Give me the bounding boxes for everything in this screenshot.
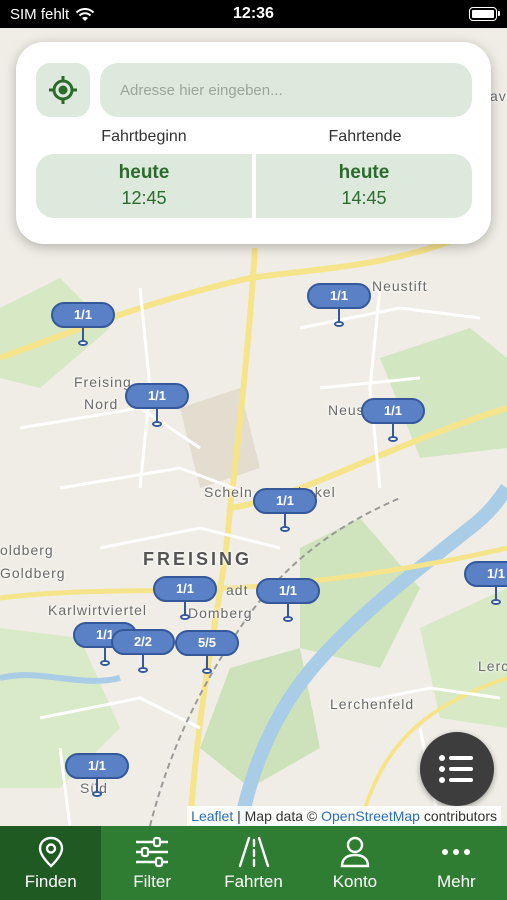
tab-fahrten[interactable]: Fahrten [203,826,304,900]
address-input[interactable] [100,63,472,117]
marker-count: 1/1 [253,488,317,514]
map-label-freising-nord-2: Nord [84,396,119,412]
map-label-freising-nord-1: Freising [74,374,132,390]
marker-foot [388,436,398,442]
marker-count: 5/5 [175,630,239,656]
marker-foot [92,791,102,797]
vehicle-marker[interactable]: 2/2 [111,629,175,677]
marker-count: 1/1 [125,383,189,409]
user-icon [340,836,370,868]
marker-foot [491,599,501,605]
marker-foot [100,660,110,666]
locate-me-button[interactable] [36,63,90,117]
list-view-button[interactable] [420,732,494,806]
tab-filter-label: Filter [133,872,171,891]
marker-foot [334,321,344,327]
end-time: 14:45 [341,188,387,208]
map-label-goldberg-2: Goldberg [0,565,66,581]
tab-finden-label: Finden [24,872,77,891]
end-day: heute [338,162,390,183]
marker-count: 1/1 [65,753,129,779]
map-pin-icon [38,836,63,868]
tab-filter[interactable]: Filter [101,826,202,900]
search-card: Fahrtbeginn Fahrtende heute 12:45 heute … [16,42,491,244]
road-icon [238,836,269,868]
end-label: Fahrtende [328,128,402,145]
tab-mehr[interactable]: Mehr [406,826,507,900]
sliders-icon [136,836,169,868]
start-day: heute [118,162,170,183]
tab-bar: Finden Filter Fahrten Konto Mehr [0,826,507,900]
vehicle-marker[interactable]: 1/1 [65,753,129,801]
marker-foot [280,526,290,532]
tab-konto-label: Konto [332,872,378,891]
battery-icon [469,7,500,21]
marker-count: 1/1 [361,398,425,424]
map-attribution: Leaflet | Map data © OpenStreetMap contr… [187,806,501,826]
marker-count: 1/1 [256,578,320,604]
start-label: Fahrtbeginn [101,128,187,145]
crosshair-icon [49,76,77,104]
marker-count: 2/2 [111,629,175,655]
more-dots-icon [442,849,471,855]
leaflet-link[interactable]: Leaflet [191,808,233,824]
marker-count: 1/1 [307,283,371,309]
vehicle-marker[interactable]: 5/5 [175,630,239,678]
tab-konto[interactable]: Konto [304,826,405,900]
marker-foot [152,421,162,427]
marker-foot [180,614,190,620]
marker-count: 1/1 [464,561,507,587]
vehicle-marker[interactable]: 1/1 [253,488,317,536]
map-label-neustift: Neustift [372,278,428,294]
start-time-picker[interactable]: heute 12:45 [36,154,252,218]
vehicle-marker[interactable]: 1/1 [51,302,115,350]
marker-foot [138,667,148,673]
tab-finden[interactable]: Finden [0,826,102,900]
map-label-lerc: Lerc [478,658,507,674]
tab-mehr-label: Mehr [436,872,476,891]
marker-count: 1/1 [51,302,115,328]
attribution-separator: | Map data © [233,808,322,824]
end-time-picker[interactable]: heute 14:45 [256,154,472,218]
osm-link[interactable]: OpenStreetMap [321,808,420,824]
attribution-contributors: contributors [419,808,497,824]
marker-foot [78,340,88,346]
vehicle-marker[interactable]: 1/1 [464,561,507,609]
status-time: 12:36 [233,5,274,22]
map-label-av: av [490,88,507,104]
map-label-goldberg-1: oldberg [0,542,54,558]
map-label-freising: FREISING [143,549,253,569]
map-label-adt: adt [226,582,249,598]
vehicle-marker[interactable]: 1/1 [361,398,425,446]
marker-foot [283,616,293,622]
list-icon [439,755,473,783]
tab-fahrten-label: Fahrten [224,872,283,891]
map-label-karlwirtviertel: Karlwirtviertel [48,602,148,618]
start-time: 12:45 [121,188,167,208]
vehicle-marker[interactable]: 1/1 [125,383,189,431]
map-label-lerchenfeld: Lerchenfeld [330,696,415,712]
status-bar: SIM fehlt 12:36 [0,0,507,28]
marker-foot [202,668,212,674]
vehicle-marker[interactable]: 1/1 [153,576,217,624]
marker-count: 1/1 [153,576,217,602]
vehicle-marker[interactable]: 1/1 [256,578,320,626]
map-label-scheln: Scheln [204,484,253,500]
vehicle-marker[interactable]: 1/1 [307,283,371,331]
